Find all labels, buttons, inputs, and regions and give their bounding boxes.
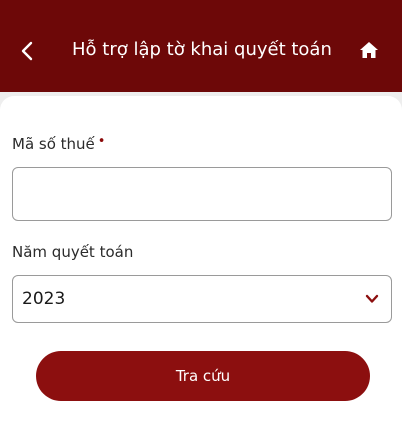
tax-code-label-text: Mã số thuế	[12, 135, 95, 153]
chevron-down-icon	[365, 294, 379, 303]
chevron-left-icon	[21, 41, 33, 61]
settlement-year-value: 2023	[22, 289, 66, 309]
settlement-year-select[interactable]: 2023	[12, 275, 392, 323]
app-header: Hỗ trợ lập tờ khai quyết toán	[0, 0, 402, 92]
lookup-button[interactable]: Tra cứu	[36, 351, 370, 401]
required-marker: •	[97, 134, 106, 149]
tax-code-label: Mã số thuế •	[12, 134, 105, 156]
back-button[interactable]	[14, 38, 40, 64]
home-button[interactable]	[358, 39, 380, 61]
tax-code-input[interactable]	[12, 167, 392, 221]
home-icon	[360, 42, 378, 58]
settlement-year-label: Năm quyết toán	[12, 243, 134, 261]
page-title: Hỗ trợ lập tờ khai quyết toán	[72, 39, 332, 60]
